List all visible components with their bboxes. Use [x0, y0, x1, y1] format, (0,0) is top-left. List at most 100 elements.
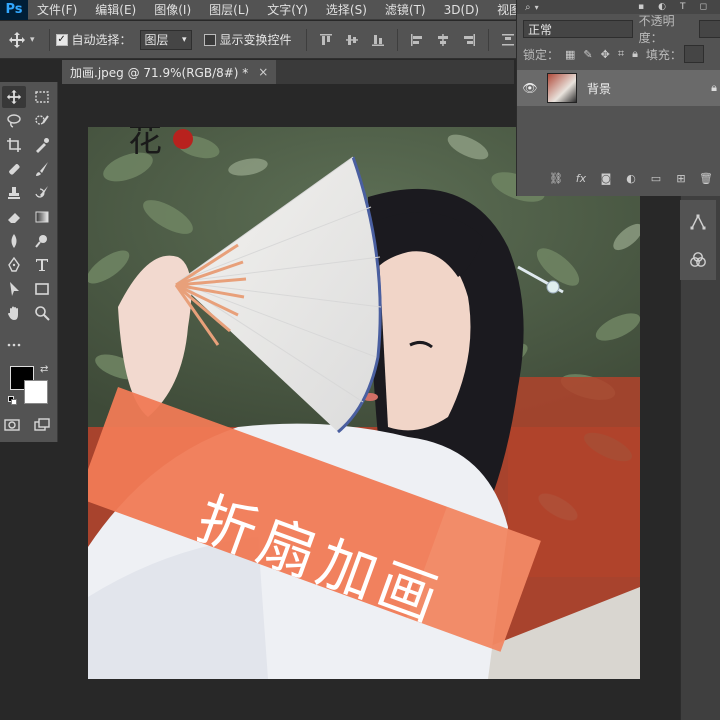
close-icon[interactable]: ×: [258, 65, 268, 79]
swap-colors-icon[interactable]: ⇄: [40, 364, 48, 375]
show-transform-toggle[interactable]: 显示变换控件: [203, 31, 292, 48]
menu-filter[interactable]: 滤镜(T): [376, 0, 435, 20]
document-tab-bar: 加画.jpeg @ 71.9%(RGB/8#) * ×: [62, 60, 514, 84]
quick-select-tool-icon[interactable]: [30, 110, 54, 132]
menu-select[interactable]: 选择(S): [317, 0, 376, 20]
screen-mode-icon[interactable]: [30, 414, 54, 436]
pen-tool-icon[interactable]: [2, 254, 26, 276]
blend-mode-dropdown[interactable]: 正常: [523, 20, 633, 38]
document-tab-title: 加画.jpeg @ 71.9%(RGB/8#) *: [70, 65, 249, 80]
stamp-glyph: 花: [128, 127, 162, 160]
channels-panel-icon[interactable]: [686, 248, 710, 272]
lock-position-icon[interactable]: ✥: [601, 48, 610, 61]
show-transform-label: 显示变换控件: [219, 33, 292, 47]
lasso-tool-icon[interactable]: [2, 110, 26, 132]
visibility-eye-icon[interactable]: 👁︎: [517, 81, 543, 95]
align-top-icon[interactable]: [318, 32, 334, 48]
align-left-icon[interactable]: [409, 32, 425, 48]
delete-icon[interactable]: 🗑︎: [699, 171, 713, 185]
hand-tool-icon[interactable]: [2, 302, 26, 324]
divider: [487, 28, 489, 51]
layer-thumbnail: [547, 73, 577, 103]
move-tool-preset[interactable]: ▾: [8, 31, 35, 49]
filter-shape-icon[interactable]: ◻: [700, 2, 707, 12]
layers-panel: ⌕ ▾ ▪ ◐ T ◻ 正常 不透明度： 锁定： ▦ ✎ ✥ ⌗ 🔒︎ 填充：: [516, 0, 720, 196]
opacity-label: 不透明度：: [638, 14, 675, 45]
search-icon[interactable]: ⌕: [525, 2, 531, 13]
lock-all-icon[interactable]: 🔒︎: [632, 47, 638, 61]
filter-adjust-icon[interactable]: ◐: [658, 2, 666, 12]
menu-file[interactable]: 文件(F): [28, 0, 86, 20]
divider: [305, 28, 307, 51]
marquee-tool-icon[interactable]: [30, 86, 54, 108]
divider: [48, 28, 50, 51]
chevron-down-icon: ▾: [182, 34, 187, 45]
distribute-icon[interactable]: [500, 32, 516, 48]
eyedropper-tool-icon[interactable]: [30, 134, 54, 156]
menu-edit[interactable]: 编辑(E): [86, 0, 145, 20]
fill-field[interactable]: [683, 45, 704, 63]
align-hcenter-icon[interactable]: [435, 32, 451, 48]
auto-select-target-dropdown[interactable]: 图层 ▾: [139, 29, 192, 50]
opacity-field[interactable]: [699, 20, 720, 38]
lock-transparent-icon[interactable]: ▦: [565, 48, 575, 61]
fx-icon[interactable]: fx: [574, 171, 588, 185]
photoshop-window: Ps 文件(F) 编辑(E) 图像(I) 图层(L) 文字(Y) 选择(S) 滤…: [0, 0, 720, 720]
link-icon[interactable]: ⛓︎: [549, 171, 563, 185]
ps-logo[interactable]: Ps: [0, 0, 28, 20]
align-right-icon[interactable]: [461, 32, 477, 48]
layer-name: 背景: [587, 81, 612, 96]
blur-tool-icon[interactable]: [2, 230, 26, 252]
new-layer-icon[interactable]: ⊞: [674, 171, 688, 185]
layer-row-background[interactable]: 👁︎ 背景 🔒︎: [517, 70, 720, 106]
clone-stamp-tool-icon[interactable]: [2, 182, 26, 204]
auto-select-target-value: 图层: [144, 33, 169, 47]
menu-3d[interactable]: 3D(D): [435, 0, 488, 20]
quick-mask-icon[interactable]: [0, 414, 24, 436]
align-vcenter-icon[interactable]: [344, 32, 360, 48]
crop-tool-icon[interactable]: [2, 134, 26, 156]
default-colors-icon[interactable]: [8, 396, 18, 406]
dodge-tool-icon[interactable]: [30, 230, 54, 252]
align-bottom-icon[interactable]: [370, 32, 386, 48]
mask-icon[interactable]: ◙: [599, 171, 613, 185]
auto-select-checkbox[interactable]: ✓: [55, 33, 68, 46]
group-icon[interactable]: ▭: [649, 171, 663, 185]
move-tool-icon[interactable]: [2, 86, 26, 108]
document-tab[interactable]: 加画.jpeg @ 71.9%(RGB/8#) * ×: [62, 60, 277, 84]
layers-footer: ⛓︎ fx ◙ ◐ ▭ ⊞ 🗑︎: [517, 168, 720, 188]
background-color-swatch[interactable]: [24, 380, 48, 404]
lock-label: 锁定：: [523, 47, 560, 62]
healing-brush-tool-icon[interactable]: [2, 158, 26, 180]
zoom-tool-icon[interactable]: [30, 302, 54, 324]
menu-layer[interactable]: 图层(L): [200, 0, 258, 20]
filter-type-icon[interactable]: T: [680, 2, 686, 12]
path-selection-tool-icon[interactable]: [2, 278, 26, 300]
chevron-down-icon[interactable]: ▾: [535, 3, 539, 12]
menu-type[interactable]: 文字(Y): [258, 0, 317, 20]
blend-mode-value: 正常: [528, 22, 553, 37]
adjustment-icon[interactable]: ◐: [624, 171, 638, 185]
eraser-tool-icon[interactable]: [2, 206, 26, 228]
brush-tool-icon[interactable]: [30, 158, 54, 180]
blend-row: 正常 不透明度：: [517, 14, 720, 45]
fill-label: 填充：: [645, 47, 682, 62]
document-canvas-image[interactable]: 花 折扇加画: [88, 127, 640, 679]
auto-select-label: 自动选择：: [71, 33, 132, 47]
lock-row: 锁定： ▦ ✎ ✥ ⌗ 🔒︎ 填充：: [517, 44, 720, 64]
gradient-tool-icon[interactable]: [30, 206, 54, 228]
paths-panel-icon[interactable]: [686, 210, 710, 234]
chevron-down-icon: ▾: [30, 34, 35, 45]
rectangle-tool-icon[interactable]: [30, 278, 54, 300]
more-tools-icon[interactable]: [2, 334, 26, 356]
lock-pixels-icon[interactable]: ✎: [583, 48, 592, 61]
menu-image[interactable]: 图像(I): [145, 0, 200, 20]
filter-pixel-icon[interactable]: ▪: [638, 2, 644, 12]
lock-artboard-icon[interactable]: ⌗: [618, 47, 624, 61]
show-transform-checkbox[interactable]: [203, 33, 216, 46]
history-brush-tool-icon[interactable]: [30, 182, 54, 204]
collapsed-panels: [680, 200, 716, 280]
move-icon: [9, 31, 25, 48]
type-tool-icon[interactable]: [30, 254, 54, 276]
auto-select-toggle[interactable]: ✓ 自动选择：: [55, 31, 132, 48]
